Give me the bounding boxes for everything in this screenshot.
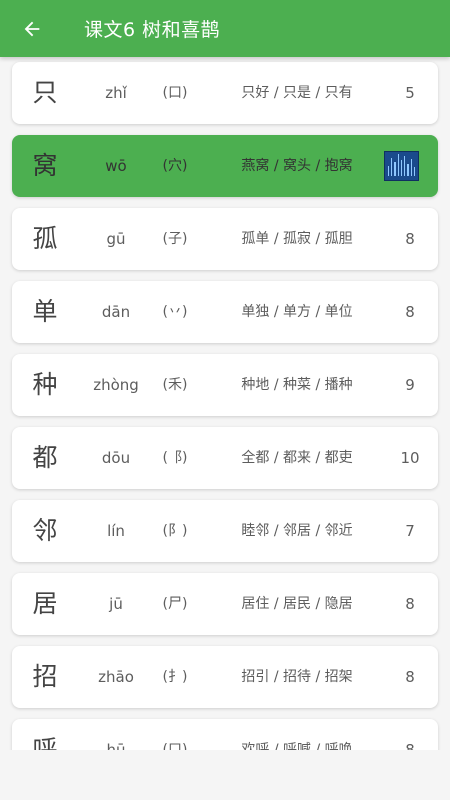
pinyin: hū: [106, 741, 126, 750]
stroke-count: 9: [405, 376, 415, 394]
stroke-count: 8: [405, 668, 415, 686]
example-words: 睦邻 / 邻居 / 邻近: [241, 523, 353, 539]
character: 邻: [32, 516, 58, 545]
character: 孤: [32, 224, 58, 253]
pinyin: dōu: [101, 449, 131, 467]
pinyin: wō: [105, 157, 127, 175]
bottom-blank-area: [0, 750, 450, 800]
character: 只: [32, 78, 58, 107]
stroke-count: 5: [405, 84, 415, 102]
audio-waveform-icon[interactable]: [384, 151, 419, 181]
stroke-count: 8: [405, 230, 415, 248]
character-card[interactable]: 孤 gū (子) 孤单 / 孤寂 / 孤胆 8: [12, 208, 438, 270]
radical: (⻖): [162, 523, 188, 539]
radical: (口): [162, 85, 188, 101]
character: 窝: [32, 151, 58, 180]
example-words: 单独 / 单方 / 单位: [241, 304, 353, 320]
example-words: 全都 / 都来 / 都吏: [241, 450, 353, 466]
pinyin: lín: [107, 522, 125, 540]
pinyin: gū: [106, 230, 126, 248]
example-words: 招引 / 招待 / 招架: [241, 669, 353, 685]
radical: (⻏): [162, 450, 188, 466]
radical: (尸): [162, 596, 188, 612]
pinyin: zhāo: [98, 668, 134, 686]
example-words: 孤单 / 孤寂 / 孤胆: [241, 231, 353, 247]
character-card[interactable]: 招 zhāo (扌) 招引 / 招待 / 招架 8: [12, 646, 438, 708]
page-title: 课文6 树和喜鹊: [84, 19, 221, 41]
character-card[interactable]: 只 zhǐ (口) 只好 / 只是 / 只有 5: [12, 62, 438, 124]
radical: (禾): [162, 377, 188, 393]
character: 单: [32, 297, 58, 326]
character-card[interactable]: 单 dān (丷) 单独 / 单方 / 单位 8: [12, 281, 438, 343]
character: 居: [32, 589, 58, 618]
pinyin: dān: [101, 303, 131, 321]
radical: (丷): [162, 304, 188, 320]
stroke-count: 8: [405, 741, 415, 750]
pinyin: zhòng: [93, 376, 139, 394]
example-words: 只好 / 只是 / 只有: [241, 85, 353, 101]
radical: (穴): [162, 158, 188, 174]
radical: (口): [162, 742, 188, 750]
character-card[interactable]: 居 jū (尸) 居住 / 居民 / 隐居 8: [12, 573, 438, 635]
stroke-count: 8: [405, 595, 415, 613]
example-words: 居住 / 居民 / 隐居: [241, 596, 353, 612]
stroke-count: 7: [405, 522, 415, 540]
app-bar: 课文6 树和喜鹊: [0, 0, 450, 57]
radical: (扌): [162, 669, 188, 685]
character-list[interactable]: 只 zhǐ (口) 只好 / 只是 / 只有 5 窝 wō (穴) 燕窝 / 窝…: [0, 57, 450, 750]
pinyin: zhǐ: [105, 84, 127, 102]
character-card[interactable]: 呼 hū (口) 欢呼 / 呼喊 / 呼唤 8: [12, 719, 438, 750]
stroke-count: 8: [405, 303, 415, 321]
character-card[interactable]: 都 dōu (⻏) 全都 / 都来 / 都吏 10: [12, 427, 438, 489]
character: 呼: [32, 735, 58, 750]
example-words: 欢呼 / 呼喊 / 呼唤: [241, 742, 353, 750]
example-words: 种地 / 种菜 / 播种: [241, 377, 353, 393]
character: 种: [32, 370, 58, 399]
character-card[interactable]: 种 zhòng (禾) 种地 / 种菜 / 播种 9: [12, 354, 438, 416]
character: 都: [32, 443, 58, 472]
example-words: 燕窝 / 窝头 / 抱窝: [241, 158, 353, 174]
pinyin: jū: [109, 595, 123, 613]
arrow-left-icon: [24, 21, 40, 36]
stroke-count: 10: [400, 449, 420, 467]
character-card[interactable]: 邻 lín (⻖) 睦邻 / 邻居 / 邻近 7: [12, 500, 438, 562]
radical: (子): [162, 231, 188, 247]
character-card-active[interactable]: 窝 wō (穴) 燕窝 / 窝头 / 抱窝: [12, 135, 438, 197]
back-button[interactable]: [0, 0, 64, 57]
character: 招: [32, 662, 58, 691]
